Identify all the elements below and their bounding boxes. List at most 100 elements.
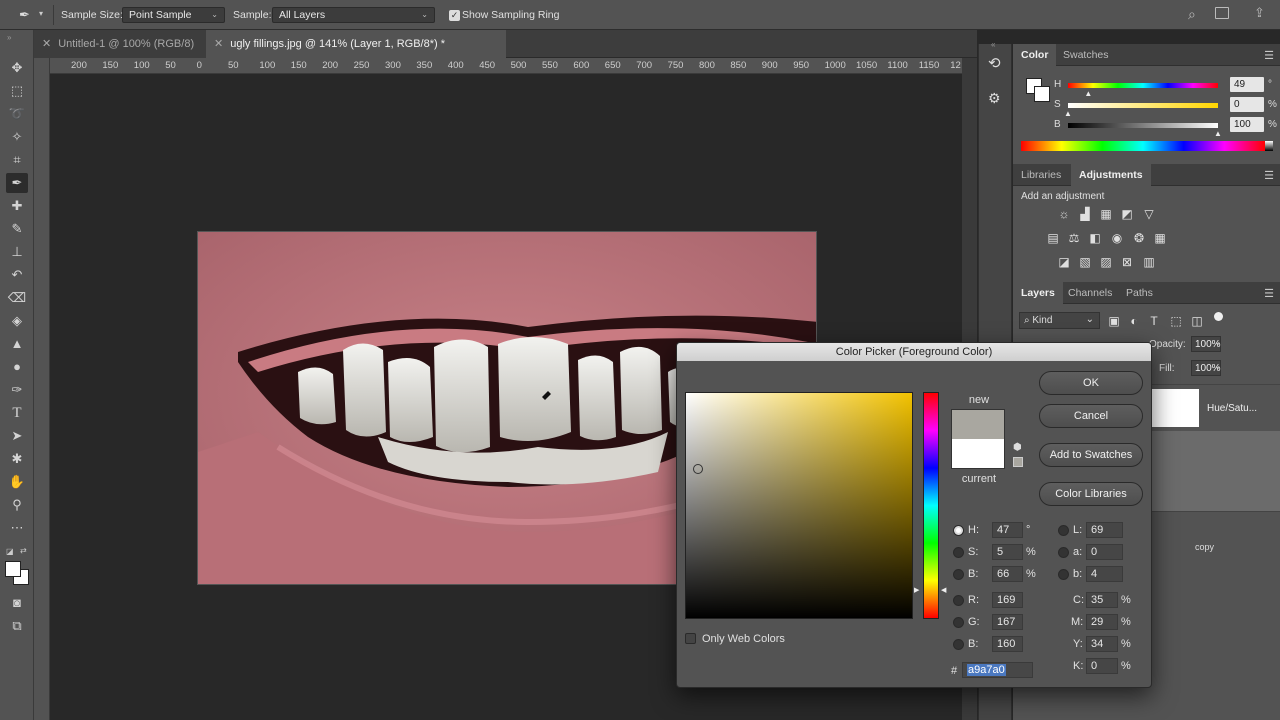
filter-toggle-icon[interactable] <box>1214 312 1223 321</box>
cancel-button[interactable]: Cancel <box>1039 404 1143 428</box>
hue-saturation-icon[interactable]: ▤ <box>1045 231 1061 245</box>
out-of-gamut-icon[interactable]: ⬢ <box>1013 442 1022 453</box>
brightness-radio[interactable] <box>953 569 964 580</box>
s-field[interactable]: 5 <box>992 544 1023 560</box>
saturation-value-field[interactable]: 0 <box>1230 97 1264 112</box>
hue-radio[interactable] <box>953 525 964 536</box>
black-white-icon[interactable]: ◧ <box>1087 231 1103 245</box>
k-field[interactable]: 0 <box>1086 658 1118 674</box>
saturation-slider[interactable] <box>1068 103 1218 108</box>
chevron-down-icon[interactable]: ▾ <box>39 9 43 18</box>
type-filter-icon[interactable]: T <box>1146 314 1162 328</box>
lab-b-radio[interactable] <box>1058 569 1069 580</box>
saturation-slider-thumb[interactable]: ▲ <box>1064 109 1072 118</box>
exposure-icon[interactable]: ◩ <box>1119 207 1135 221</box>
properties-panel-icon[interactable]: ⚙ <box>988 90 1001 107</box>
history-brush-tool-icon[interactable]: ↶ <box>6 265 28 285</box>
workspace-icon[interactable] <box>1215 7 1229 19</box>
color-field[interactable] <box>685 392 913 619</box>
tab-layers[interactable]: Layers <box>1013 282 1063 304</box>
type-tool-icon[interactable]: T <box>6 403 28 423</box>
move-tool-icon[interactable]: ✥ <box>6 58 28 78</box>
black-white-ramp[interactable] <box>1265 141 1273 151</box>
tab-ugly-fillings[interactable]: ✕ ugly fillings.jpg @ 141% (Layer 1, RGB/… <box>206 30 506 58</box>
layer-row-hue-saturation[interactable]: Hue/Satu... <box>1152 384 1280 430</box>
show-sampling-ring-checkbox[interactable]: ✓ <box>449 10 460 21</box>
only-web-colors-checkbox[interactable] <box>685 633 696 644</box>
threshold-icon[interactable]: ▨ <box>1098 255 1114 269</box>
layer-row-selected[interactable] <box>1152 431 1280 511</box>
a-radio[interactable] <box>1058 547 1069 558</box>
selective-color-icon[interactable]: ⊠ <box>1119 255 1135 269</box>
panel-menu-icon[interactable]: ☰ <box>1264 287 1274 300</box>
quick-mask-icon[interactable]: ◙ <box>6 593 28 613</box>
layer-kind-filter[interactable]: ⌕ Kind ⌄ <box>1019 312 1100 329</box>
brightness-contrast-icon[interactable]: ☼ <box>1056 207 1072 221</box>
eyedropper-tool-preset-icon[interactable]: ✒ <box>19 7 30 23</box>
tab-channels[interactable]: Channels <box>1060 282 1120 304</box>
magic-wand-tool-icon[interactable]: ✧ <box>6 127 28 147</box>
screen-mode-icon[interactable]: ⧉ <box>6 616 28 636</box>
tab-swatches[interactable]: Swatches <box>1055 44 1117 66</box>
collapse-icon[interactable]: « <box>991 40 995 49</box>
green-radio[interactable] <box>953 617 964 628</box>
eyedropper-tool-icon[interactable]: ✒ <box>6 173 28 193</box>
smart-object-filter-icon[interactable]: ◫ <box>1189 314 1205 328</box>
color-field-cursor[interactable] <box>693 464 703 474</box>
crop-tool-icon[interactable]: ⌗ <box>6 150 28 170</box>
healing-brush-tool-icon[interactable]: ✚ <box>6 196 28 216</box>
close-icon[interactable]: ✕ <box>214 38 223 50</box>
gradient-map-icon[interactable]: ▥ <box>1141 255 1157 269</box>
brightness-value-field[interactable]: 100 <box>1230 117 1264 132</box>
zoom-tool-icon[interactable]: ⚲ <box>6 495 28 515</box>
curves-icon[interactable]: ▦ <box>1098 207 1114 221</box>
brightness-slider-thumb[interactable]: ▲ <box>1214 129 1222 138</box>
color-spectrum-ramp[interactable] <box>1021 141 1265 151</box>
path-selection-tool-icon[interactable]: ➤ <box>6 426 28 446</box>
pixel-filter-icon[interactable]: ▣ <box>1106 314 1122 328</box>
chevron-down-icon[interactable]: ⌄ <box>1214 337 1222 348</box>
sample-size-dropdown[interactable]: Point Sample ⌄ <box>122 7 225 23</box>
shape-filter-icon[interactable]: ⬚ <box>1168 314 1184 328</box>
blue-field[interactable]: 160 <box>992 636 1023 652</box>
collapse-icon[interactable]: » <box>7 33 11 42</box>
photo-filter-icon[interactable]: ◉ <box>1109 231 1125 245</box>
hex-field[interactable]: a9a7a0 <box>962 662 1033 678</box>
hue-slider-thumb[interactable]: ▲ <box>1084 89 1092 98</box>
b-field[interactable]: 66 <box>992 566 1023 582</box>
blur-tool-icon[interactable]: ▲ <box>6 334 28 354</box>
hue-slider-left-arrow[interactable]: ▶ <box>914 586 919 594</box>
y-field[interactable]: 34 <box>1086 636 1118 652</box>
m-field[interactable]: 29 <box>1086 614 1118 630</box>
chevron-down-icon[interactable]: ⌄ <box>1214 361 1222 372</box>
ok-button[interactable]: OK <box>1039 371 1143 395</box>
custom-shape-tool-icon[interactable]: ✱ <box>6 449 28 469</box>
current-color-swatch[interactable] <box>951 439 1005 469</box>
paint-bucket-tool-icon[interactable]: ◈ <box>6 311 28 331</box>
tab-color[interactable]: Color <box>1013 44 1057 66</box>
tab-adjustments[interactable]: Adjustments <box>1071 164 1151 186</box>
close-icon[interactable]: ✕ <box>42 38 51 50</box>
tab-paths[interactable]: Paths <box>1118 282 1161 304</box>
color-balance-icon[interactable]: ⚖ <box>1066 231 1082 245</box>
red-radio[interactable] <box>953 595 964 606</box>
dodge-tool-icon[interactable]: ● <box>6 357 28 377</box>
panel-menu-icon[interactable]: ☰ <box>1264 49 1274 62</box>
g-field[interactable]: 167 <box>992 614 1023 630</box>
search-icon[interactable]: ⌕ <box>1188 6 1196 23</box>
levels-icon[interactable]: ▟ <box>1077 207 1093 221</box>
more-tools-icon[interactable]: ⋯ <box>6 518 28 538</box>
color-libraries-button[interactable]: Color Libraries <box>1039 482 1143 506</box>
web-safe-swatch-icon[interactable] <box>1013 457 1023 467</box>
invert-icon[interactable]: ◪ <box>1056 255 1072 269</box>
hue-strip[interactable] <box>923 392 939 619</box>
hue-slider-right-arrow[interactable]: ◀ <box>941 586 946 594</box>
hand-tool-icon[interactable]: ✋ <box>6 472 28 492</box>
tab-untitled-1[interactable]: ✕ Untitled-1 @ 100% (RGB/8) <box>34 30 206 58</box>
panel-menu-icon[interactable]: ☰ <box>1264 169 1274 182</box>
posterize-icon[interactable]: ▧ <box>1077 255 1093 269</box>
lab-b-field[interactable]: 4 <box>1086 566 1123 582</box>
a-field[interactable]: 0 <box>1086 544 1123 560</box>
c-field[interactable]: 35 <box>1086 592 1118 608</box>
blue-radio[interactable] <box>953 639 964 650</box>
